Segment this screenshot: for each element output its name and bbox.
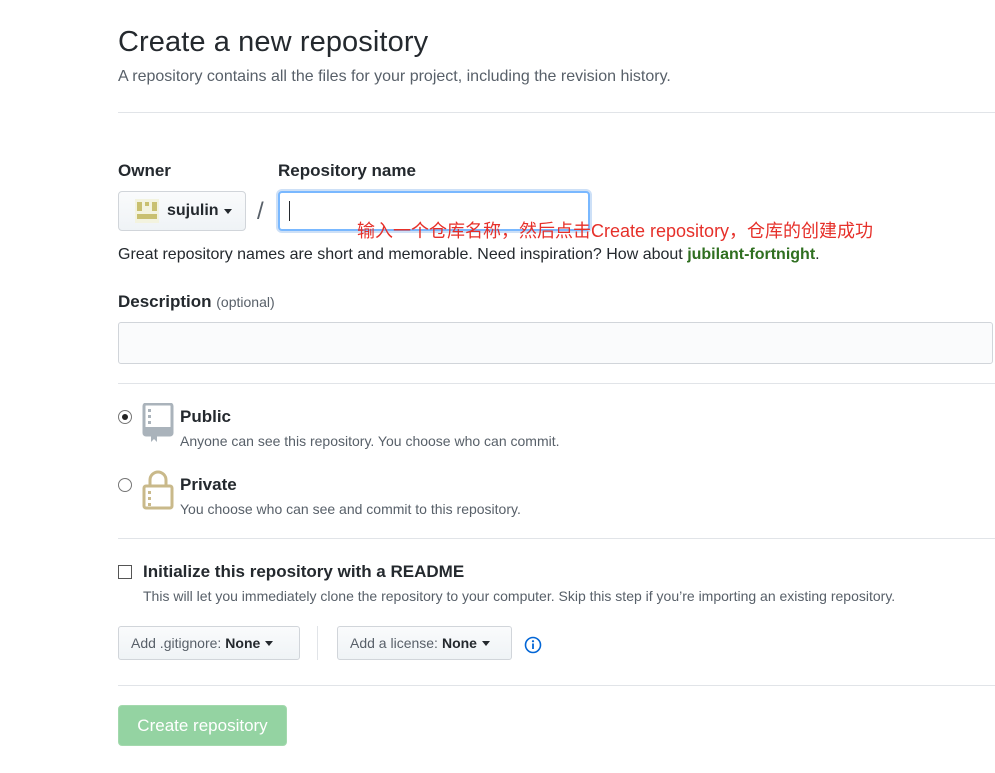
- caret-down-icon: [481, 640, 490, 646]
- create-repository-button[interactable]: Create repository: [118, 705, 287, 746]
- description-label: Description (optional): [118, 292, 275, 312]
- hint-suffix: .: [815, 246, 820, 263]
- lock-icon: [142, 470, 174, 510]
- annotation-text: 输入一个仓库名称，然后点击Create repository，仓库的创建成功: [357, 221, 874, 241]
- license-dropdown[interactable]: Add a license: None: [337, 626, 512, 660]
- owner-repo-separator: /: [257, 198, 264, 225]
- page-subtitle: A repository contains all the files for …: [118, 68, 671, 85]
- description-label-text: Description: [118, 292, 212, 311]
- license-label: Add a license:: [350, 635, 438, 651]
- repo-book-icon: [142, 403, 174, 442]
- owner-label: Owner: [118, 161, 171, 180]
- identicon-avatar: [135, 199, 159, 223]
- public-title: Public: [180, 407, 232, 426]
- public-note: Anyone can see this repository. You choo…: [180, 433, 560, 449]
- gitignore-value: None: [225, 635, 261, 651]
- description-input[interactable]: [118, 322, 993, 364]
- divider-bottom: [118, 685, 995, 686]
- readme-checkbox[interactable]: [118, 565, 132, 579]
- dropdown-divider: [317, 626, 318, 660]
- repo-name-hint: Great repository names are short and mem…: [118, 246, 820, 264]
- optional-tag: (optional): [216, 294, 275, 310]
- divider-middle: [118, 383, 995, 384]
- divider-top: [118, 112, 995, 113]
- owner-dropdown[interactable]: sujulin: [118, 191, 246, 231]
- owner-name: sujulin: [167, 202, 219, 219]
- caret-down-icon: [223, 208, 232, 214]
- caret-down-icon: [265, 640, 274, 646]
- readme-label[interactable]: Initialize this repository with a README: [143, 562, 464, 582]
- private-note: You choose who can see and commit to thi…: [180, 501, 521, 517]
- page-title: Create a new repository: [118, 26, 429, 58]
- readme-note: This will let you immediately clone the …: [143, 588, 896, 604]
- gitignore-label: Add .gitignore:: [131, 635, 222, 651]
- suggested-name-link[interactable]: jubilant-fortnight: [687, 246, 815, 263]
- repo-name-label: Repository name: [278, 161, 416, 180]
- hint-prefix: Great repository names are short and mem…: [118, 246, 688, 263]
- private-title: Private: [180, 475, 237, 494]
- radio-private[interactable]: [118, 478, 132, 492]
- info-icon[interactable]: [524, 636, 542, 654]
- radio-public[interactable]: [118, 410, 132, 424]
- license-value: None: [441, 635, 477, 651]
- gitignore-dropdown[interactable]: Add .gitignore: None: [118, 626, 300, 660]
- text-cursor: [289, 201, 290, 221]
- divider-lower: [118, 538, 995, 539]
